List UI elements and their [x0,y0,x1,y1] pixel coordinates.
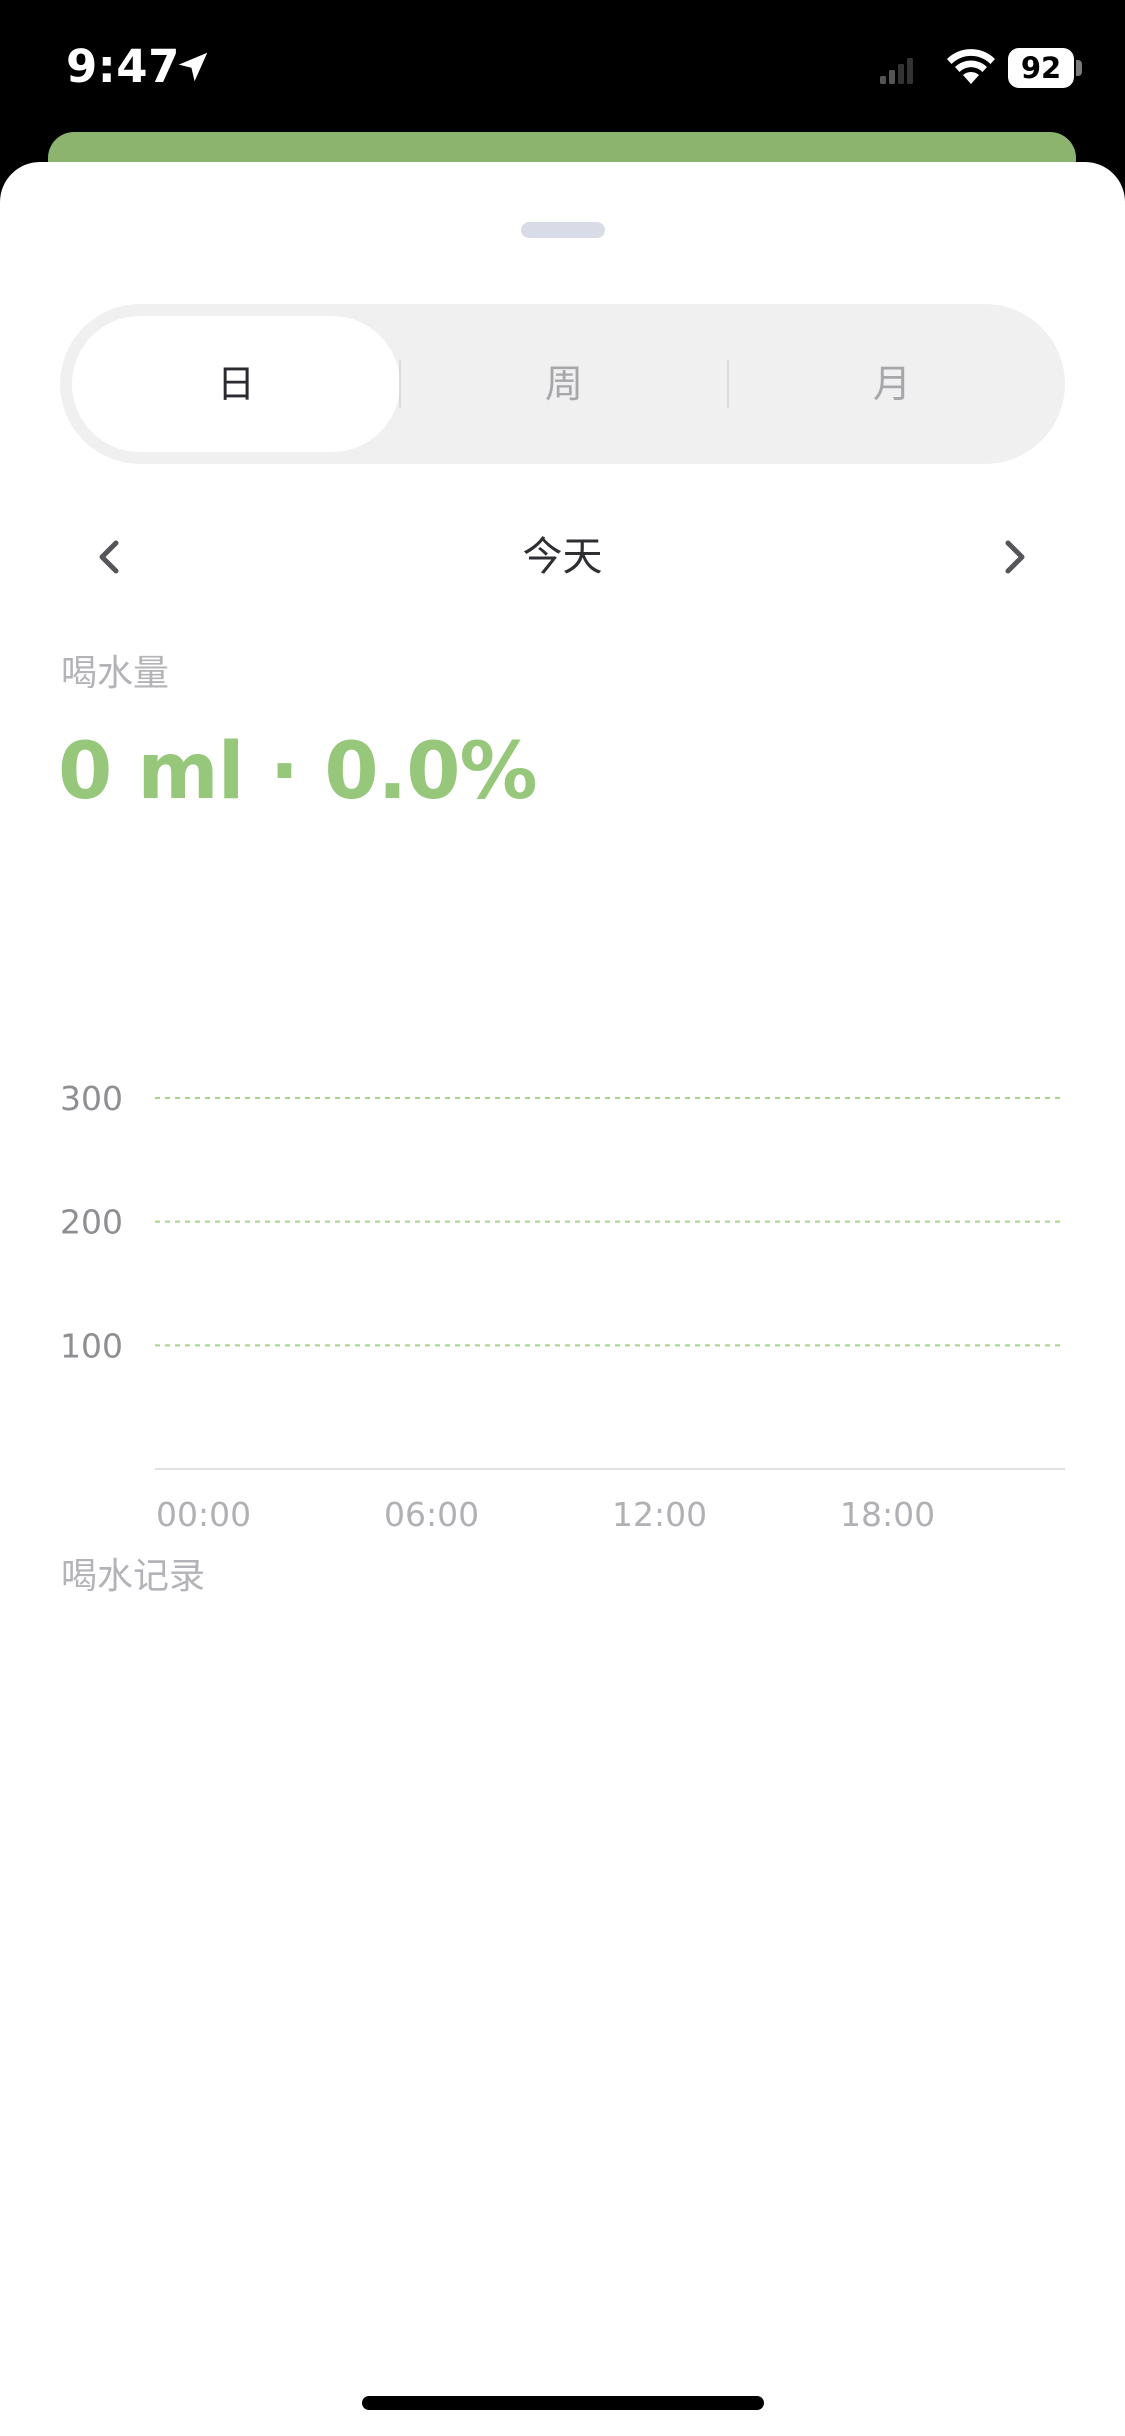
y-tick-label: 200 [60,1203,123,1242]
intake-summary: 0 ml · 0.0% [58,727,538,817]
wifi-icon [947,49,995,84]
x-tick-label: 18:00 [840,1495,935,1534]
status-time: 9:47 [66,40,180,93]
chevron-right-icon[interactable] [984,527,1044,587]
location-arrow-icon [178,52,208,82]
bottom-sheet: 日 周 月 今天 喝水量 0 ml · 0.0% 300 200 100 00:00 0… [0,162,1125,2436]
date-navigation: 今天 [0,502,1125,612]
period-segmented-control: 日 周 月 [60,304,1065,464]
tab-month[interactable]: 月 [728,304,1056,464]
tab-day[interactable]: 日 [72,304,400,464]
x-tick-label: 00:00 [156,1495,251,1534]
sheet-grabber[interactable] [521,222,605,238]
intake-chart: 300 200 100 00:00 06:00 12:00 18:00 [60,1079,1065,1534]
x-tick-label: 06:00 [384,1495,479,1534]
cellular-signal-icon [880,58,913,84]
status-bar: 9:47 92 [0,0,1125,140]
chevron-left-icon[interactable] [80,527,140,587]
battery-icon: 92 [1008,48,1082,88]
home-indicator [362,2396,764,2410]
intake-label: 喝水量 [61,653,170,694]
y-tick-label: 100 [60,1326,123,1365]
battery-level: 92 [1008,48,1074,88]
date-title: 今天 [522,534,603,580]
x-tick-label: 12:00 [612,1495,707,1534]
battery-nub [1076,60,1082,76]
records-label: 喝水记录 [61,1556,206,1597]
tab-week[interactable]: 周 [400,304,728,464]
y-tick-label: 300 [60,1079,123,1118]
